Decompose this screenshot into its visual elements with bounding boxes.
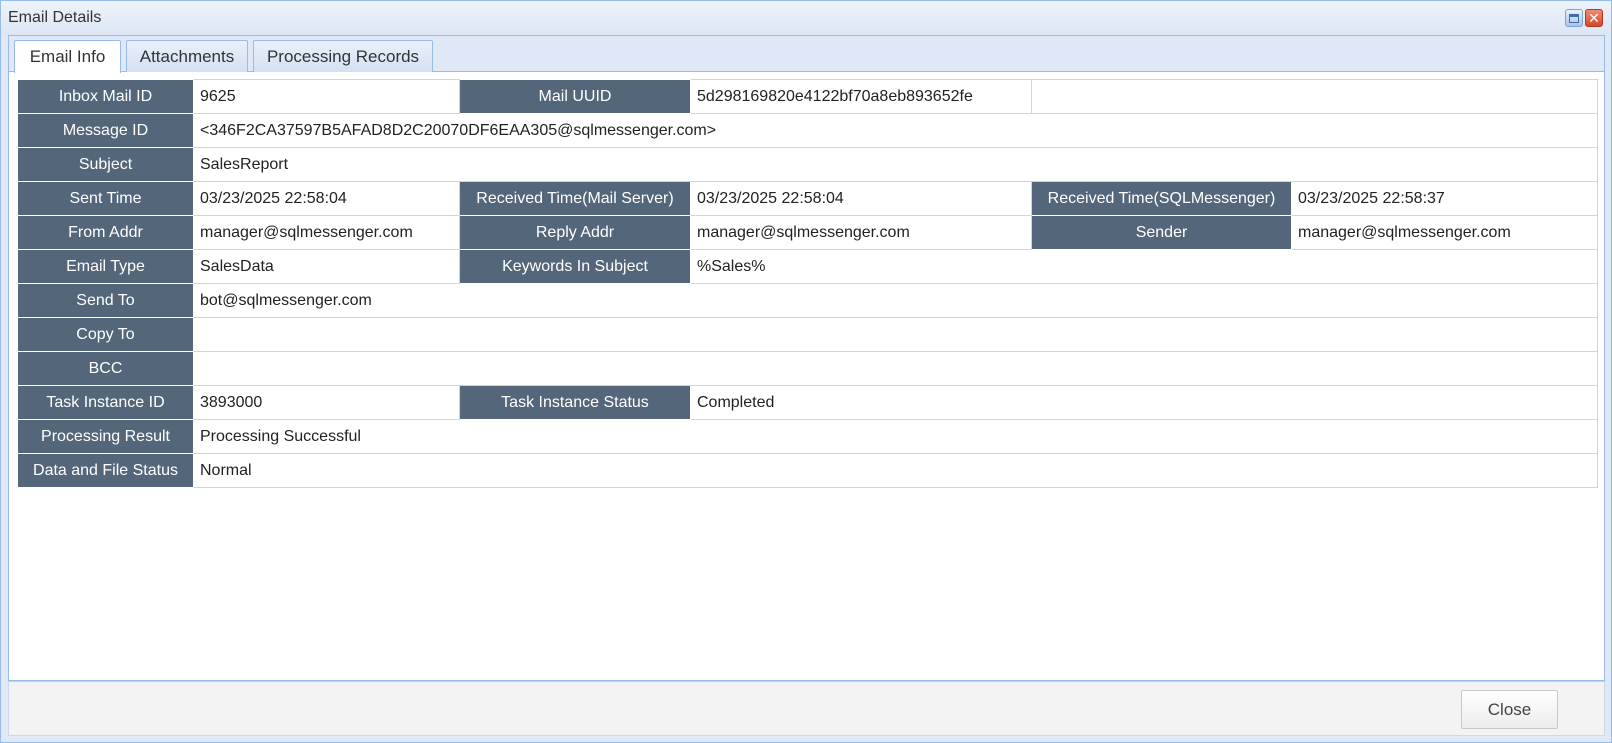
send-to-label: Send To (17, 283, 194, 318)
message-id-label: Message ID (17, 113, 194, 148)
dialog-body: Email Info Attachments Processing Record… (8, 35, 1605, 681)
email-type-label: Email Type (17, 249, 194, 284)
bcc-label: BCC (17, 351, 194, 386)
subject-label: Subject (17, 147, 194, 182)
close-icon[interactable]: ✕ (1585, 9, 1603, 27)
email-details-window: Email Details ✕ Email Info Attachments P… (0, 0, 1612, 743)
email-type-value: SalesData (193, 249, 460, 284)
subject-value: SalesReport (193, 147, 1598, 182)
sender-label: Sender (1031, 215, 1292, 250)
keywords-in-subject-value: %Sales% (690, 249, 1598, 284)
table-row: Send To bot@sqlmessenger.com (17, 283, 1598, 318)
task-instance-status-value: Completed (690, 385, 1598, 420)
reply-addr-value: manager@sqlmessenger.com (690, 215, 1032, 250)
title-bar[interactable]: Email Details ✕ (1, 1, 1611, 35)
window-title: Email Details (8, 9, 102, 26)
from-addr-label: From Addr (17, 215, 194, 250)
received-time-sqlmessenger-label: Received Time(SQLMessenger) (1031, 181, 1292, 216)
table-row: Email Type SalesData Keywords In Subject… (17, 249, 1598, 284)
table-row: Inbox Mail ID 9625 Mail UUID 5d298169820… (17, 79, 1598, 114)
sent-time-value: 03/23/2025 22:58:04 (193, 181, 460, 216)
task-instance-id-label: Task Instance ID (17, 385, 194, 420)
dialog-footer: Close (8, 681, 1605, 736)
data-and-file-status-label: Data and File Status (17, 453, 194, 488)
sent-time-label: Sent Time (17, 181, 194, 216)
table-row: Data and File Status Normal (17, 453, 1598, 488)
inbox-mail-id-label: Inbox Mail ID (17, 79, 194, 114)
task-instance-id-value: 3893000 (193, 385, 460, 420)
empty-cell (1031, 79, 1598, 114)
processing-result-label: Processing Result (17, 419, 194, 454)
sender-value: manager@sqlmessenger.com (1291, 215, 1598, 250)
table-row: Processing Result Processing Successful (17, 419, 1598, 454)
received-time-mail-server-label: Received Time(Mail Server) (459, 181, 691, 216)
tab-strip: Email Info Attachments Processing Record… (9, 36, 1604, 73)
table-row: Subject SalesReport (17, 147, 1598, 182)
table-row: BCC (17, 351, 1598, 386)
bcc-value (193, 351, 1598, 386)
table-row: Copy To (17, 317, 1598, 352)
received-time-sqlmessenger-value: 03/23/2025 22:58:37 (1291, 181, 1598, 216)
received-time-mail-server-value: 03/23/2025 22:58:04 (690, 181, 1032, 216)
tab-email-info[interactable]: Email Info (14, 40, 121, 73)
mail-uuid-value: 5d298169820e4122bf70a8eb893652fe (690, 79, 1032, 114)
maximize-icon[interactable] (1565, 9, 1583, 27)
table-row: Task Instance ID 3893000 Task Instance S… (17, 385, 1598, 420)
mail-uuid-label: Mail UUID (459, 79, 691, 114)
table-row: From Addr manager@sqlmessenger.com Reply… (17, 215, 1598, 250)
email-info-table: Inbox Mail ID 9625 Mail UUID 5d298169820… (17, 79, 1598, 488)
tab-attachments[interactable]: Attachments (126, 40, 248, 72)
close-button[interactable]: Close (1461, 690, 1558, 729)
inbox-mail-id-value: 9625 (193, 79, 460, 114)
reply-addr-label: Reply Addr (459, 215, 691, 250)
email-info-panel: Inbox Mail ID 9625 Mail UUID 5d298169820… (17, 79, 1598, 488)
task-instance-status-label: Task Instance Status (459, 385, 691, 420)
keywords-in-subject-label: Keywords In Subject (459, 249, 691, 284)
table-row: Message ID <346F2CA37597B5AFAD8D2C20070D… (17, 113, 1598, 148)
copy-to-label: Copy To (17, 317, 194, 352)
data-and-file-status-value: Normal (193, 453, 1598, 488)
from-addr-value: manager@sqlmessenger.com (193, 215, 460, 250)
send-to-value: bot@sqlmessenger.com (193, 283, 1598, 318)
tab-processing-records[interactable]: Processing Records (253, 40, 433, 72)
copy-to-value (193, 317, 1598, 352)
table-row: Sent Time 03/23/2025 22:58:04 Received T… (17, 181, 1598, 216)
message-id-value: <346F2CA37597B5AFAD8D2C20070DF6EAA305@sq… (193, 113, 1598, 148)
processing-result-value: Processing Successful (193, 419, 1598, 454)
